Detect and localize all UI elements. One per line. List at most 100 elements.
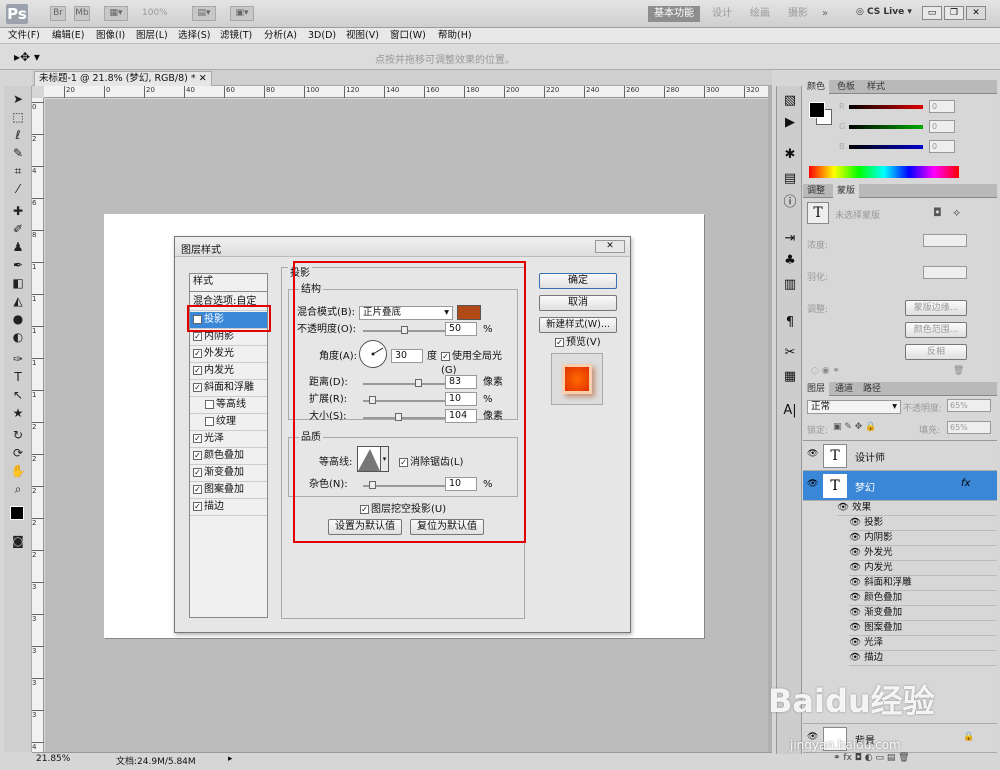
style-item[interactable]: ✓ 颜色叠加	[190, 448, 267, 465]
effect-item[interactable]: 👁 内阴影	[849, 531, 997, 546]
text-panel-icon[interactable]: A|	[780, 402, 800, 420]
tab-color[interactable]: 颜色	[803, 80, 830, 94]
navigator-panel-icon[interactable]: ✱	[780, 146, 800, 164]
minimize-button[interactable]: ▭	[922, 6, 942, 20]
brush-tool-icon[interactable]: ✐	[8, 222, 28, 237]
crop-tool-icon[interactable]: ⌗	[8, 164, 28, 179]
preview-checkbox[interactable]: ✓ 预览(V)	[555, 336, 601, 350]
blend-mode-dropdown[interactable]: 正常 ▾	[807, 400, 901, 414]
effects-header[interactable]: 👁 效果	[837, 501, 997, 516]
actions-panel-icon[interactable]: ▶	[780, 114, 800, 132]
workspace-painting[interactable]: 绘画	[750, 6, 770, 22]
eye-icon[interactable]: 👁	[837, 502, 849, 513]
pixel-mask-icon[interactable]: ◘	[933, 206, 942, 219]
channel-slider[interactable]	[849, 145, 923, 149]
styles-header[interactable]: 样式	[190, 274, 267, 292]
zoom-level[interactable]: 100%	[142, 8, 168, 18]
zoom-tool-icon[interactable]: ⌕	[8, 482, 28, 497]
eraser-tool-icon[interactable]: ◧	[8, 276, 28, 291]
brushes-panel-icon[interactable]: ⇥	[780, 230, 800, 248]
tab-paths[interactable]: 路径	[859, 382, 885, 396]
effect-item[interactable]: 👁 内发光	[849, 561, 997, 576]
move-tool-preset-icon[interactable]: ▸✥ ▾	[14, 50, 40, 64]
style-item[interactable]: ✓ 渐变叠加	[190, 465, 267, 482]
menu-help[interactable]: 帮助(H)	[438, 28, 472, 44]
eye-icon[interactable]: 👁	[849, 622, 861, 633]
density-input[interactable]	[923, 234, 967, 247]
color-range-button[interactable]: 颜色范围...	[905, 322, 967, 338]
menu-select[interactable]: 选择(S)	[178, 28, 210, 44]
layers-footer-icons[interactable]: ⚭ fx ◘ ◐ ▭ ▤ 🗑	[833, 753, 910, 763]
eye-icon[interactable]: 👁	[849, 607, 861, 618]
info-panel-icon[interactable]: ⓘ	[780, 194, 800, 212]
minibridge-button[interactable]: Mb	[74, 6, 90, 21]
screen-mode-button[interactable]: ▣▾	[230, 6, 254, 21]
marquee-tool-icon[interactable]: ⬚	[8, 110, 28, 125]
eye-icon[interactable]: 👁	[849, 637, 861, 648]
eye-icon[interactable]: 👁	[807, 479, 818, 489]
menu-edit[interactable]: 编辑(E)	[52, 28, 84, 44]
effect-item[interactable]: 👁 斜面和浮雕	[849, 576, 997, 591]
checkbox-checked-icon[interactable]: ✓	[193, 365, 202, 375]
channel-input[interactable]: 0	[929, 120, 955, 133]
quick-mask-icon[interactable]: ◙	[8, 534, 28, 549]
eye-icon[interactable]: 👁	[849, 652, 861, 663]
histogram-panel-icon[interactable]: ▤	[780, 170, 800, 188]
channel-slider[interactable]	[849, 125, 923, 129]
checkbox-checked-icon[interactable]: ✓	[193, 331, 202, 341]
checkbox-checked-icon[interactable]: ✓	[193, 433, 202, 443]
feather-input[interactable]	[923, 266, 967, 279]
dialog-close-icon[interactable]: ✕	[595, 240, 625, 253]
eye-icon[interactable]: 👁	[849, 517, 861, 528]
hand-tool-icon[interactable]: ✋	[8, 464, 28, 479]
3d-panel-icon[interactable]: ✂	[780, 344, 800, 362]
foreground-color-swatch[interactable]	[10, 506, 24, 520]
3d-orbit-tool-icon[interactable]: ⟳	[8, 446, 28, 461]
layer-opacity-input[interactable]: 65%	[947, 399, 991, 412]
healing-brush-tool-icon[interactable]: ✚	[8, 204, 28, 219]
menu-layer[interactable]: 图层(L)	[136, 28, 168, 44]
menu-analysis[interactable]: 分析(A)	[264, 28, 297, 44]
style-item[interactable]: ✓ 图案叠加	[190, 482, 267, 499]
pen-tool-icon[interactable]: ✑	[8, 352, 28, 367]
tool-presets-icon[interactable]: ▥	[780, 276, 800, 294]
mask-footer-icons[interactable]: ◌ ◉ ⚭ 🗑	[811, 366, 964, 376]
cs-live-button[interactable]: ◎ CS Live ▾	[856, 7, 912, 17]
tab-channels[interactable]: 通道	[831, 382, 857, 396]
shape-tool-icon[interactable]: ★	[8, 406, 28, 421]
channel-slider[interactable]	[849, 105, 923, 109]
checkbox-checked-icon[interactable]: ✓	[193, 382, 202, 392]
effect-item[interactable]: 👁 渐变叠加	[849, 606, 997, 621]
vertical-scrollbar[interactable]	[768, 86, 772, 752]
vector-mask-icon[interactable]: ⟡	[953, 206, 960, 220]
invert-button[interactable]: 反相	[905, 344, 967, 360]
eye-icon[interactable]: 👁	[849, 532, 861, 543]
trash-icon[interactable]: 🗑	[953, 366, 964, 376]
eye-icon[interactable]: 👁	[849, 562, 861, 573]
menu-filter[interactable]: 滤镜(T)	[220, 28, 252, 44]
checkbox-icon[interactable]	[205, 399, 214, 409]
ok-button[interactable]: 确定	[539, 273, 617, 289]
color-spectrum-bar[interactable]	[809, 166, 959, 178]
menu-window[interactable]: 窗口(W)	[390, 28, 426, 44]
clone-source-icon[interactable]: ♣	[780, 252, 800, 270]
layer-row-dream[interactable]: 👁 T 梦幻 fx	[803, 471, 997, 501]
effect-item[interactable]: 👁 光泽	[849, 636, 997, 651]
eye-icon[interactable]: 👁	[849, 577, 861, 588]
channel-input[interactable]: 0	[929, 100, 955, 113]
blur-tool-icon[interactable]: ●	[8, 312, 28, 327]
lasso-tool-icon[interactable]: ℓ	[8, 128, 28, 143]
effect-item[interactable]: 👁 投影	[849, 516, 997, 531]
tab-styles[interactable]: 样式	[863, 80, 889, 94]
checkbox-checked-icon[interactable]: ✓	[193, 467, 202, 477]
bridge-button[interactable]: Br	[50, 6, 66, 21]
eye-icon[interactable]: 👁	[849, 592, 861, 603]
new-style-button[interactable]: 新建样式(W)...	[539, 317, 617, 333]
status-zoom[interactable]: 21.85%	[36, 754, 70, 764]
checkbox-checked-icon[interactable]: ✓	[193, 484, 202, 494]
tab-swatches[interactable]: 色板	[833, 80, 859, 94]
tab-masks[interactable]: 蒙版	[833, 184, 860, 198]
style-item[interactable]: ✓ 外发光	[190, 346, 267, 363]
workspace-design[interactable]: 设计	[712, 6, 732, 22]
3d-rotate-tool-icon[interactable]: ↻	[8, 428, 28, 443]
